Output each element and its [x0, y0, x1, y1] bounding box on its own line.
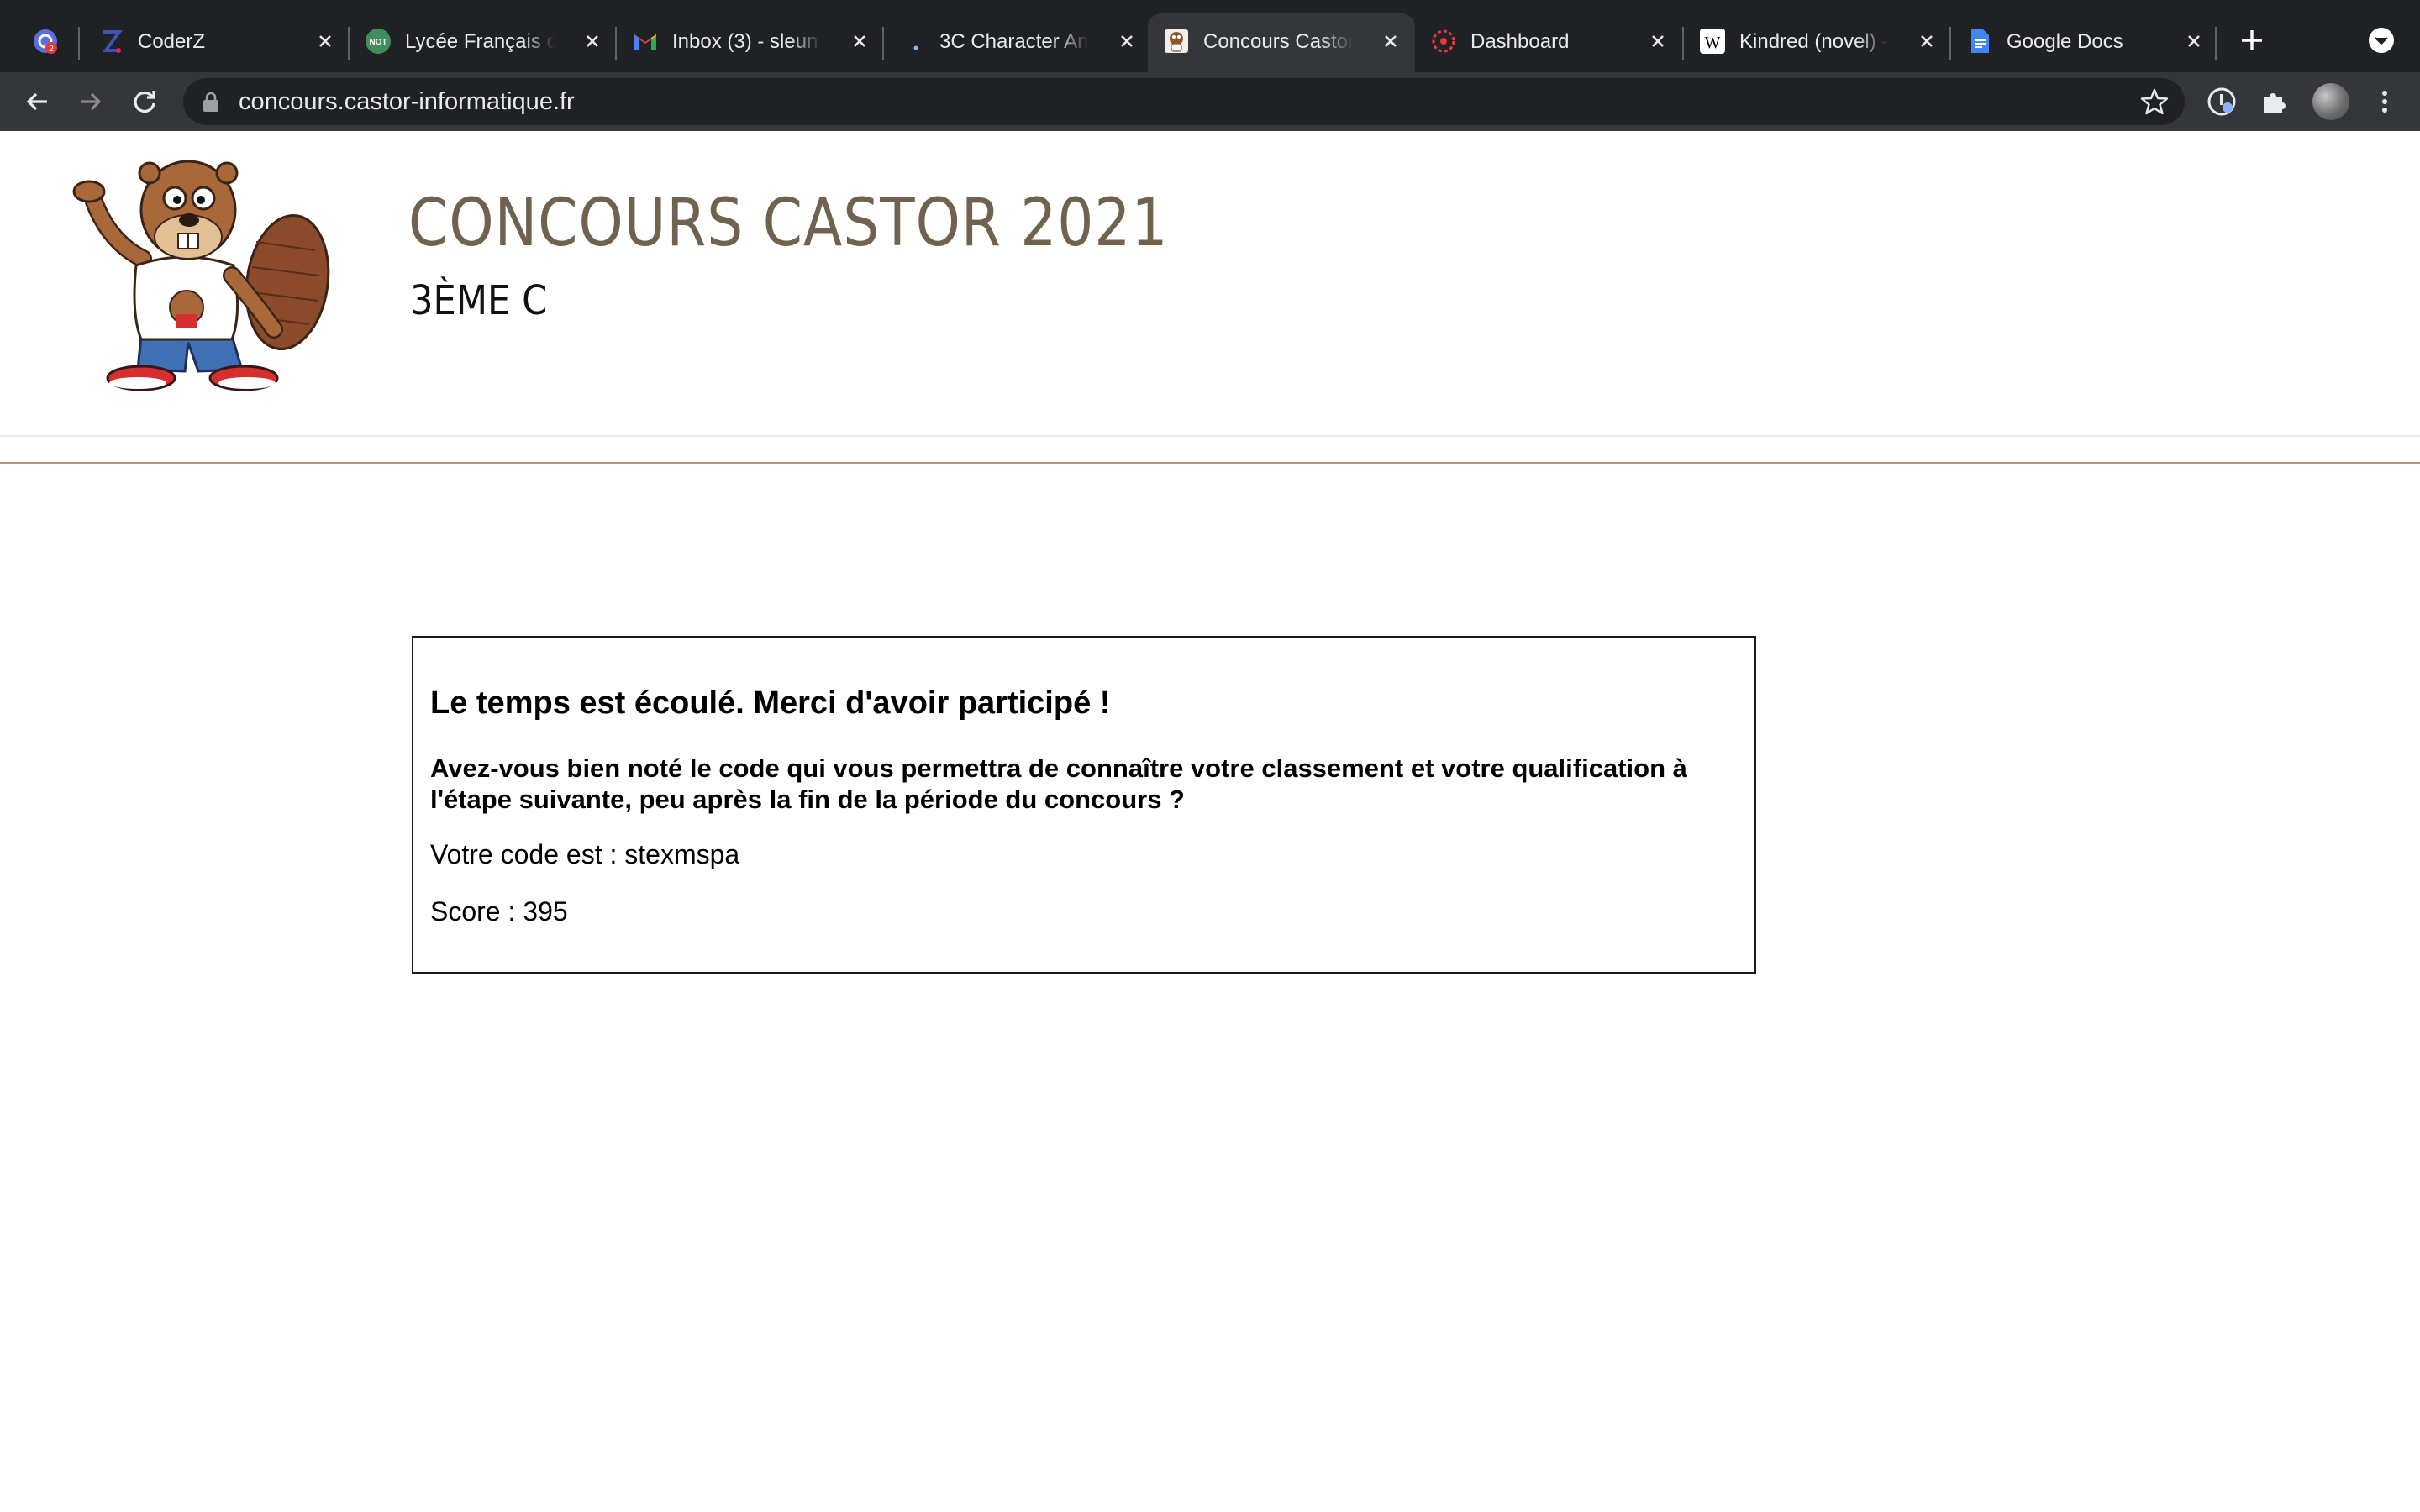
site-header: CONCOURS CASTOR 2021 3ÈME C — [0, 133, 2420, 435]
extensions-puzzle-icon[interactable] — [2257, 85, 2291, 118]
tab-3c-character[interactable]: 3C Character An — [884, 13, 1151, 72]
page-title: CONCOURS CASTOR 2021 — [408, 186, 1169, 261]
url-text[interactable]: concours.castor-informatique.fr — [239, 87, 575, 117]
password-manager-extension-icon[interactable] — [2205, 85, 2238, 118]
tab-title: Kindred (novel) - — [1739, 30, 1889, 53]
header-divider-accent — [0, 462, 2420, 464]
lock-icon[interactable] — [202, 91, 220, 113]
close-icon[interactable] — [1378, 29, 1403, 54]
extension-badge-icon: 2 — [34, 29, 57, 54]
svg-text:W: W — [1705, 34, 1721, 52]
close-icon[interactable] — [847, 29, 872, 54]
tab-title: 3C Character An — [939, 30, 1089, 53]
more-menu-icon[interactable] — [2368, 85, 2402, 118]
tab-gmail[interactable]: Inbox (3) - sleun — [617, 13, 884, 72]
svg-text:2: 2 — [49, 45, 54, 54]
close-icon[interactable] — [580, 29, 605, 54]
google-docs-icon — [1971, 29, 1989, 53]
header-divider-light — [0, 435, 2420, 437]
tab-search-chevron-icon[interactable] — [2368, 27, 2395, 54]
score-value: Score : 395 — [430, 896, 568, 927]
address-bar[interactable]: concours.castor-informatique.fr — [183, 78, 2185, 125]
coderz-icon — [103, 30, 123, 53]
tab-title: Google Docs — [2007, 30, 2123, 53]
not-badge-icon: NOT — [366, 29, 391, 54]
time-over-heading: Le temps est écoulé. Merci d'avoir parti… — [430, 685, 1111, 721]
reload-icon[interactable] — [128, 85, 161, 118]
new-tab-plus-icon[interactable] — [2235, 24, 2269, 57]
close-icon[interactable] — [1914, 29, 1939, 54]
close-icon[interactable] — [313, 29, 338, 54]
tab-pinned[interactable]: 2 — [0, 13, 77, 72]
tab-kindred-novel[interactable]: W Kindred (novel) - — [1684, 13, 1951, 72]
close-icon[interactable] — [1114, 29, 1139, 54]
tab-strip: 2 CoderZ NOT Lycée Français de Inbox (3)… — [0, 0, 2420, 72]
tab-coderz[interactable]: CoderZ — [82, 13, 350, 72]
contest-result-panel: Le temps est écoulé. Merci d'avoir parti… — [412, 636, 1756, 974]
tab-google-docs[interactable]: Google Docs — [1951, 13, 2218, 72]
tab-title: CoderZ — [138, 30, 206, 53]
browser-toolbar: concours.castor-informatique.fr — [0, 72, 2420, 131]
tab-title: Inbox (3) - sleun — [672, 30, 818, 53]
tab-concours-castor[interactable]: Concours Castor — [1148, 13, 1415, 72]
tab-dashboard[interactable]: Dashboard — [1415, 13, 1682, 72]
back-arrow-icon[interactable] — [20, 85, 54, 118]
profile-avatar[interactable] — [2312, 83, 2349, 120]
participant-code: Votre code est : stexmspa — [430, 839, 740, 869]
dot-icon — [913, 45, 918, 50]
bookmark-star-icon[interactable] — [2139, 87, 2170, 117]
tab-title: Lycée Français de — [405, 30, 555, 53]
close-icon[interactable] — [1645, 29, 1670, 54]
svg-text:NOT: NOT — [369, 38, 387, 47]
castor-favicon-icon — [1165, 29, 1188, 53]
wikipedia-icon: W — [1700, 29, 1725, 54]
forward-arrow-icon[interactable] — [74, 85, 108, 118]
beaver-mascot-logo — [72, 160, 330, 391]
code-reminder-question: Avez-vous bien noté le code qui vous per… — [430, 753, 1687, 814]
class-subtitle: 3ÈME C — [410, 277, 548, 324]
tab-lycee[interactable]: NOT Lycée Français de — [350, 13, 617, 72]
gmail-icon — [634, 34, 656, 50]
tab-title: Dashboard — [1470, 30, 1570, 53]
close-icon[interactable] — [2181, 29, 2207, 54]
dashboard-icon — [1432, 29, 1455, 53]
tab-title: Concours Castor — [1203, 30, 1353, 53]
